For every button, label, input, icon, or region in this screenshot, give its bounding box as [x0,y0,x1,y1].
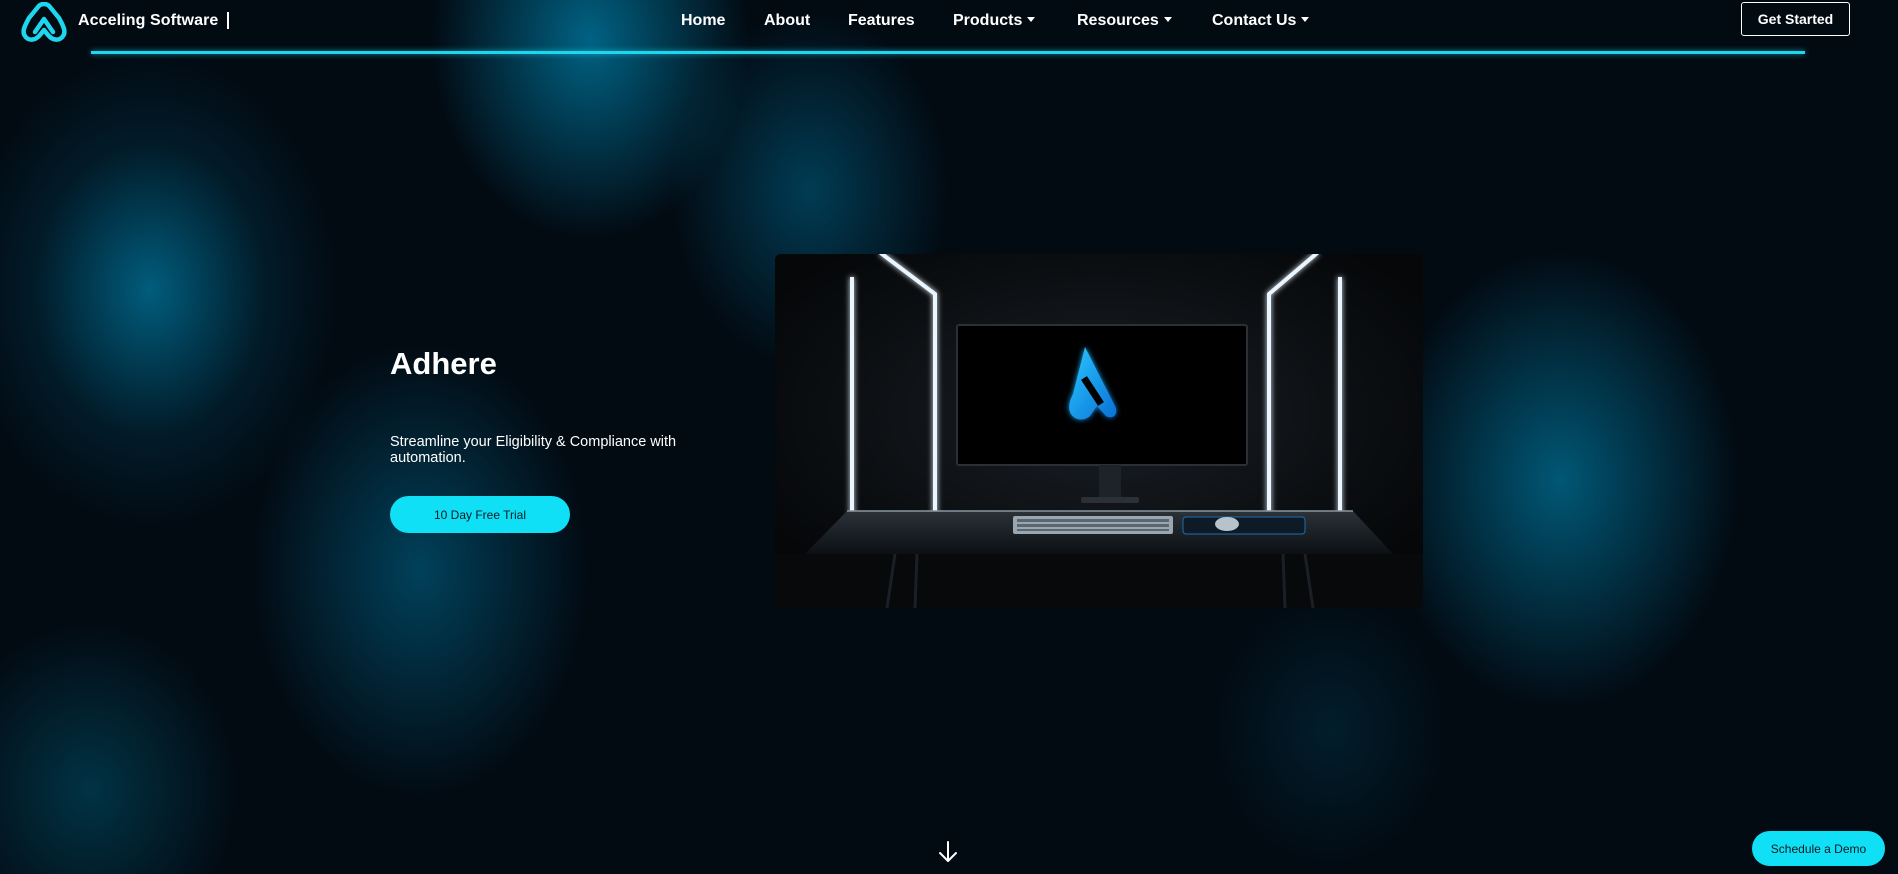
hero-image [775,254,1423,608]
nav-about[interactable]: About [764,12,810,30]
caret-down-icon [1027,17,1036,23]
brand-name[interactable]: Acceling Software [78,12,218,30]
page: Acceling Software Home About Features Pr… [0,0,1898,874]
hero-title: Adhere [390,346,497,381]
free-trial-button[interactable]: 10 Day Free Trial [390,496,570,533]
get-started-button[interactable]: Get Started [1741,2,1850,36]
nav-features-label: Features [848,12,915,29]
nav-contact-us[interactable]: Contact Us [1212,12,1310,30]
hero-subtitle: Streamline your Eligibility & Compliance… [390,434,677,466]
nav-home[interactable]: Home [681,12,725,30]
nav-home-label: Home [681,12,726,29]
desk-monitor-illustration [775,254,1423,608]
nav-features[interactable]: Features [848,12,915,30]
nav-about-label: About [764,12,811,29]
acceling-logo-icon[interactable] [20,2,68,44]
header-divider-line [91,51,1805,54]
caret-down-icon [1301,17,1310,23]
nav-products[interactable]: Products [953,12,1036,30]
nav-resources[interactable]: Resources [1077,12,1172,30]
schedule-demo-button[interactable]: Schedule a Demo [1752,831,1885,866]
nav-products-label: Products [953,12,1023,29]
nav-resources-label: Resources [1077,12,1159,29]
site-header: Acceling Software Home About Features Pr… [0,0,1898,56]
brand-divider [227,12,229,29]
nav-contact-us-label: Contact Us [1212,12,1297,29]
caret-down-icon [1163,17,1172,23]
arrow-down-icon[interactable] [937,840,959,864]
